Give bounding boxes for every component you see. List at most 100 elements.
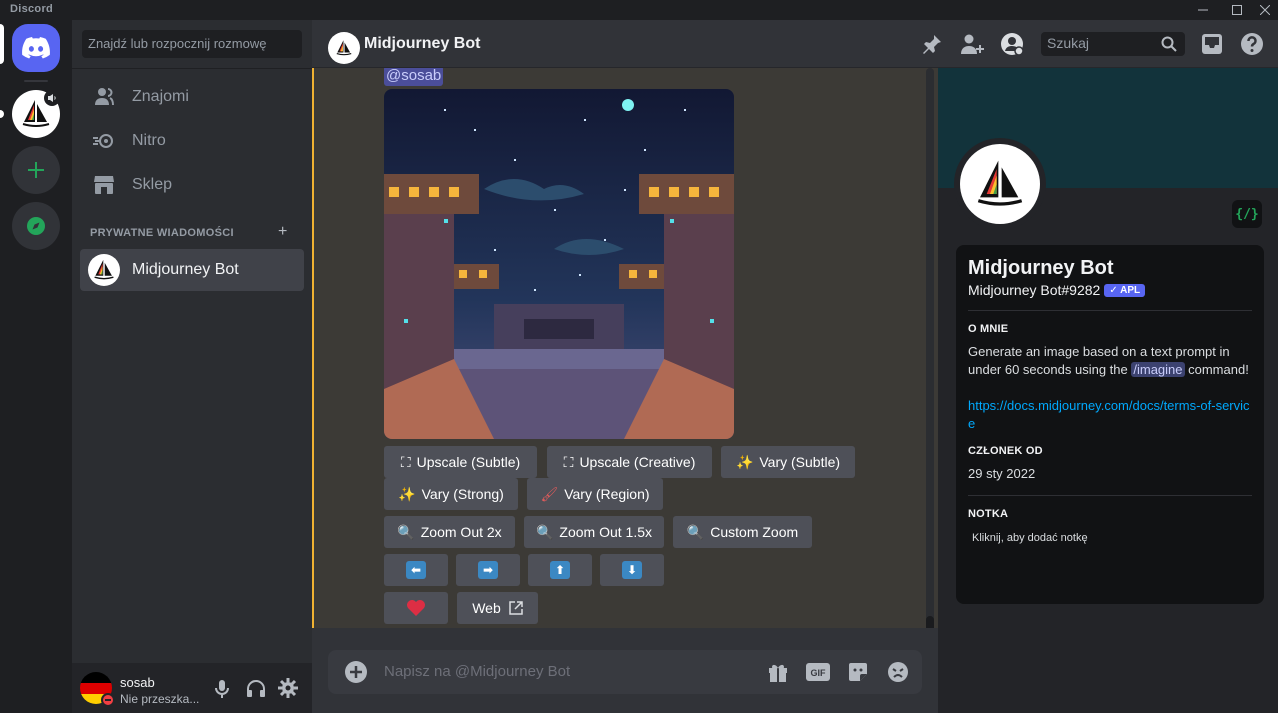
dm-section-header: PRYWATNE WIADOMOŚCI <box>90 227 234 239</box>
pan-left-button[interactable]: ⬅ <box>384 554 448 586</box>
user-mention[interactable]: @sosab <box>384 68 444 86</box>
profile-avatar[interactable] <box>954 138 1046 230</box>
inbox-icon[interactable] <box>1200 32 1224 56</box>
pin-icon[interactable] <box>920 32 944 56</box>
chat-title: Midjourney Bot <box>364 35 481 52</box>
avatar <box>88 254 120 286</box>
upscale-icon: ⛶ <box>400 453 411 470</box>
minimize-icon <box>1198 9 1208 11</box>
magnifier-icon: 🔍 <box>535 523 554 540</box>
profile-name: Midjourney Bot <box>968 257 1114 279</box>
midjourney-sailboat-icon <box>94 259 114 280</box>
add-server-button[interactable] <box>12 146 60 194</box>
imagine-command[interactable]: /imagine <box>1131 362 1185 377</box>
maximize-icon <box>1232 5 1242 15</box>
user-status-text: Nie przeszka... <box>120 692 200 706</box>
header-avatar <box>328 32 360 64</box>
pan-up-button[interactable]: ⬆ <box>528 554 592 586</box>
conversation-search-input[interactable]: Znajdź lub rozpocznij rozmowę <box>82 30 302 58</box>
about-text: Generate an image based on a text prompt… <box>968 344 1249 377</box>
note-input[interactable]: Kliknij, aby dodać notkę <box>972 532 1252 544</box>
maximize-button[interactable] <box>1222 0 1252 20</box>
profile-card: Midjourney Bot Midjourney Bot#9282 ✓ APL… <box>956 245 1264 604</box>
upscale-creative-button[interactable]: ⛶ Upscale (Creative) <box>547 446 712 478</box>
close-button[interactable] <box>1250 0 1278 20</box>
message-input[interactable]: Napisz na @Midjourney Bot <box>384 663 570 680</box>
zoom-out-1-5x-button[interactable]: 🔍 Zoom Out 1.5x <box>524 516 664 548</box>
home-button[interactable] <box>12 24 60 72</box>
close-icon <box>1260 5 1270 15</box>
minimize-button[interactable] <box>1188 0 1218 20</box>
divider <box>72 68 312 69</box>
nav-label: Nitro <box>132 132 166 149</box>
create-dm-button[interactable]: + <box>278 223 287 241</box>
unread-indicator <box>0 110 4 118</box>
help-icon[interactable] <box>1240 32 1264 56</box>
sparkle-wand-icon: ✨ <box>398 485 416 502</box>
favorite-button[interactable] <box>384 592 448 624</box>
chat-header: Midjourney Bot Szukaj <box>312 20 1278 68</box>
dm-item-label: Midjourney Bot <box>132 261 239 278</box>
speaker-icon <box>44 90 60 106</box>
arrow-down-icon: ⬇ <box>622 561 642 579</box>
pan-right-button[interactable]: ➡ <box>456 554 520 586</box>
sparkle-wand-icon: ✨ <box>735 453 754 470</box>
zoom-out-2x-button[interactable]: 🔍 Zoom Out 2x <box>384 516 515 548</box>
upscale-subtle-button[interactable]: ⛶ Upscale (Subtle) <box>384 446 537 478</box>
user-profile-toggle-icon[interactable] <box>1000 32 1024 56</box>
headphones-icon[interactable] <box>246 679 266 702</box>
arrow-up-icon: ⬆ <box>550 561 570 579</box>
sticker-icon[interactable] <box>846 660 870 684</box>
web-link-button[interactable]: Web <box>457 592 538 624</box>
pan-down-button[interactable]: ⬇ <box>600 554 664 586</box>
gift-icon[interactable] <box>766 660 790 684</box>
scrollbar-thumb[interactable] <box>926 616 934 628</box>
generated-image[interactable] <box>384 89 734 439</box>
friends-icon <box>92 85 116 109</box>
heart-icon <box>407 600 425 616</box>
member-since-date: 29 sty 2022 <box>968 466 1036 481</box>
magnifier-icon: 🔍 <box>397 523 415 540</box>
server-list <box>0 20 72 713</box>
add-friend-to-dm-icon[interactable] <box>960 32 984 56</box>
vary-subtle-button[interactable]: ✨ Vary (Subtle) <box>721 446 855 478</box>
user-profile-panel: {/} Midjourney Bot Midjourney Bot#9282 ✓… <box>938 68 1278 713</box>
magnifier-icon: 🔍 <box>686 523 705 540</box>
vary-strong-button[interactable]: ✨ Vary (Strong) <box>384 478 518 510</box>
svg-text:GIF: GIF <box>811 668 827 678</box>
nav-friends[interactable]: Znajomi <box>80 76 304 118</box>
nav-label: Sklep <box>132 176 173 193</box>
custom-zoom-button[interactable]: 🔍 Custom Zoom <box>673 516 812 548</box>
pixel-art-gate-image <box>384 89 734 439</box>
compass-icon <box>27 217 45 235</box>
profile-tag-row: Midjourney Bot#9282 ✓ APL <box>968 282 1252 298</box>
arrow-right-icon: ➡ <box>478 561 498 579</box>
plus-icon <box>28 162 44 178</box>
nitro-icon <box>92 129 116 153</box>
profile-tag: Midjourney Bot#9282 <box>968 282 1101 298</box>
gif-icon[interactable]: GIF <box>806 660 830 684</box>
vary-region-button[interactable]: 🖌 Vary (Region) <box>527 478 663 510</box>
nav-shop[interactable]: Sklep <box>80 164 304 206</box>
main-area: Midjourney Bot Szukaj @sosab ⛶ Upscale (… <box>312 20 1278 713</box>
shop-icon <box>92 173 116 197</box>
channel-sidebar: Znajdź lub rozpocznij rozmowę Znajomi Ni… <box>72 20 312 713</box>
search-icon <box>1161 36 1177 57</box>
paintbrush-icon: 🖌 <box>540 485 559 502</box>
emoji-icon[interactable] <box>886 660 910 684</box>
note-header: NOTKA <box>968 508 1009 520</box>
terms-link[interactable]: https://docs.midjourney.com/docs/terms-o… <box>968 397 1252 433</box>
microphone-icon[interactable] <box>214 680 230 703</box>
message-list: @sosab ⛶ Upscale (Subtle) ⛶ Upscale (Cre… <box>312 68 938 628</box>
user-panel: sosab Nie przeszka... <box>72 663 312 713</box>
nav-nitro[interactable]: Nitro <box>80 120 304 162</box>
title-bar: Discord <box>0 0 1278 20</box>
message-composer[interactable]: Napisz na @Midjourney Bot GIF <box>328 650 922 694</box>
selected-indicator <box>0 24 4 64</box>
explore-button[interactable] <box>12 202 60 250</box>
dm-item-midjourney-bot[interactable]: Midjourney Bot <box>80 249 304 291</box>
scrollbar-track[interactable] <box>926 68 934 628</box>
settings-gear-icon[interactable] <box>278 678 298 703</box>
divider <box>968 310 1252 311</box>
attach-plus-icon[interactable] <box>344 660 368 684</box>
